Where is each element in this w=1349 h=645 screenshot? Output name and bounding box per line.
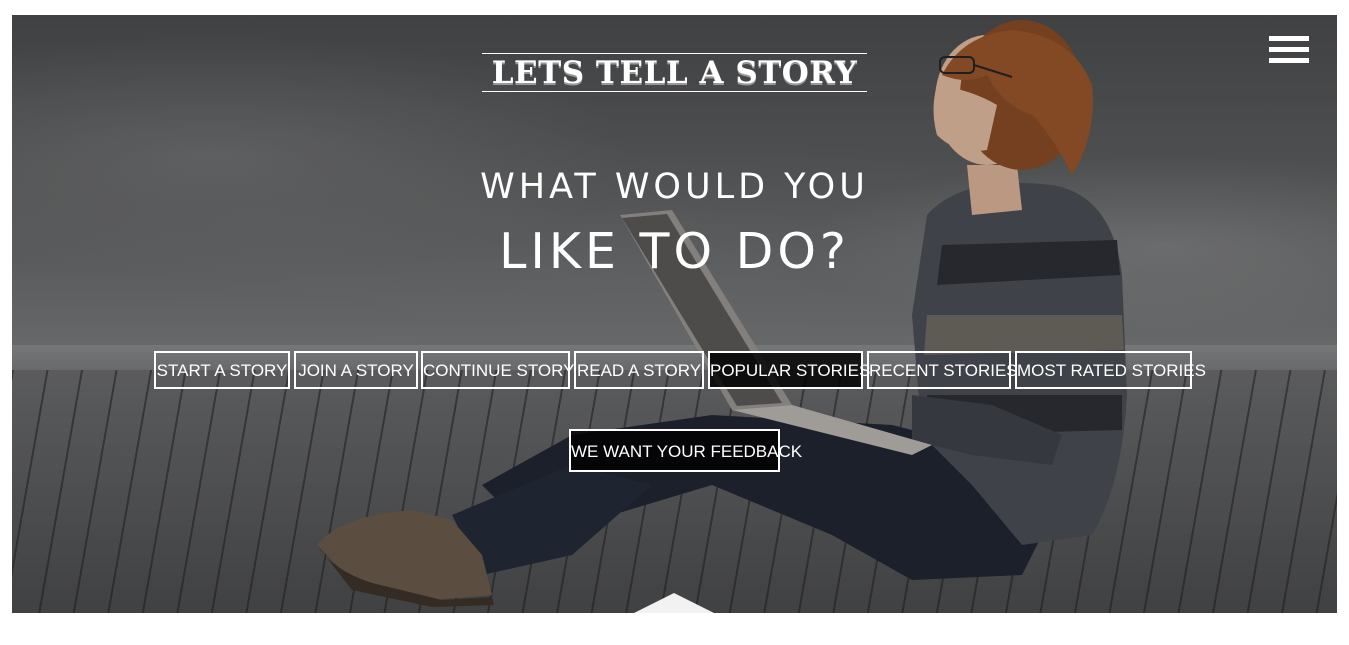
menu-bar-middle xyxy=(1269,47,1309,52)
continue-story-button[interactable]: CONTINUE STORY xyxy=(421,351,574,389)
feedback-button[interactable]: WE WANT YOUR FEEDBACK xyxy=(569,429,802,472)
read-story-button[interactable]: READ A STORY xyxy=(574,351,704,389)
site-logo[interactable]: LETS TELL A STORY xyxy=(482,53,867,92)
start-story-button[interactable]: START A STORY xyxy=(154,351,290,389)
menu-bar-bottom xyxy=(1269,58,1309,63)
scroll-down-notch xyxy=(634,593,714,613)
dark-overlay xyxy=(12,15,1337,613)
most-rated-stories-button[interactable]: MOST RATED STORIES xyxy=(1015,351,1206,389)
hero-section: LETS TELL A STORY WHAT WOULD YOU LIKE TO… xyxy=(12,15,1337,613)
hamburger-menu-icon[interactable] xyxy=(1269,36,1309,64)
headline-line-1: WHAT WOULD YOU xyxy=(480,167,869,207)
headline-line-2: LIKE TO DO? xyxy=(499,223,850,280)
menu-bar-top xyxy=(1269,36,1309,41)
join-story-button[interactable]: JOIN A STORY xyxy=(294,351,418,389)
recent-stories-button[interactable]: RECENT STORIES xyxy=(867,351,1018,389)
popular-stories-button[interactable]: POPULAR STORIES xyxy=(708,351,870,389)
